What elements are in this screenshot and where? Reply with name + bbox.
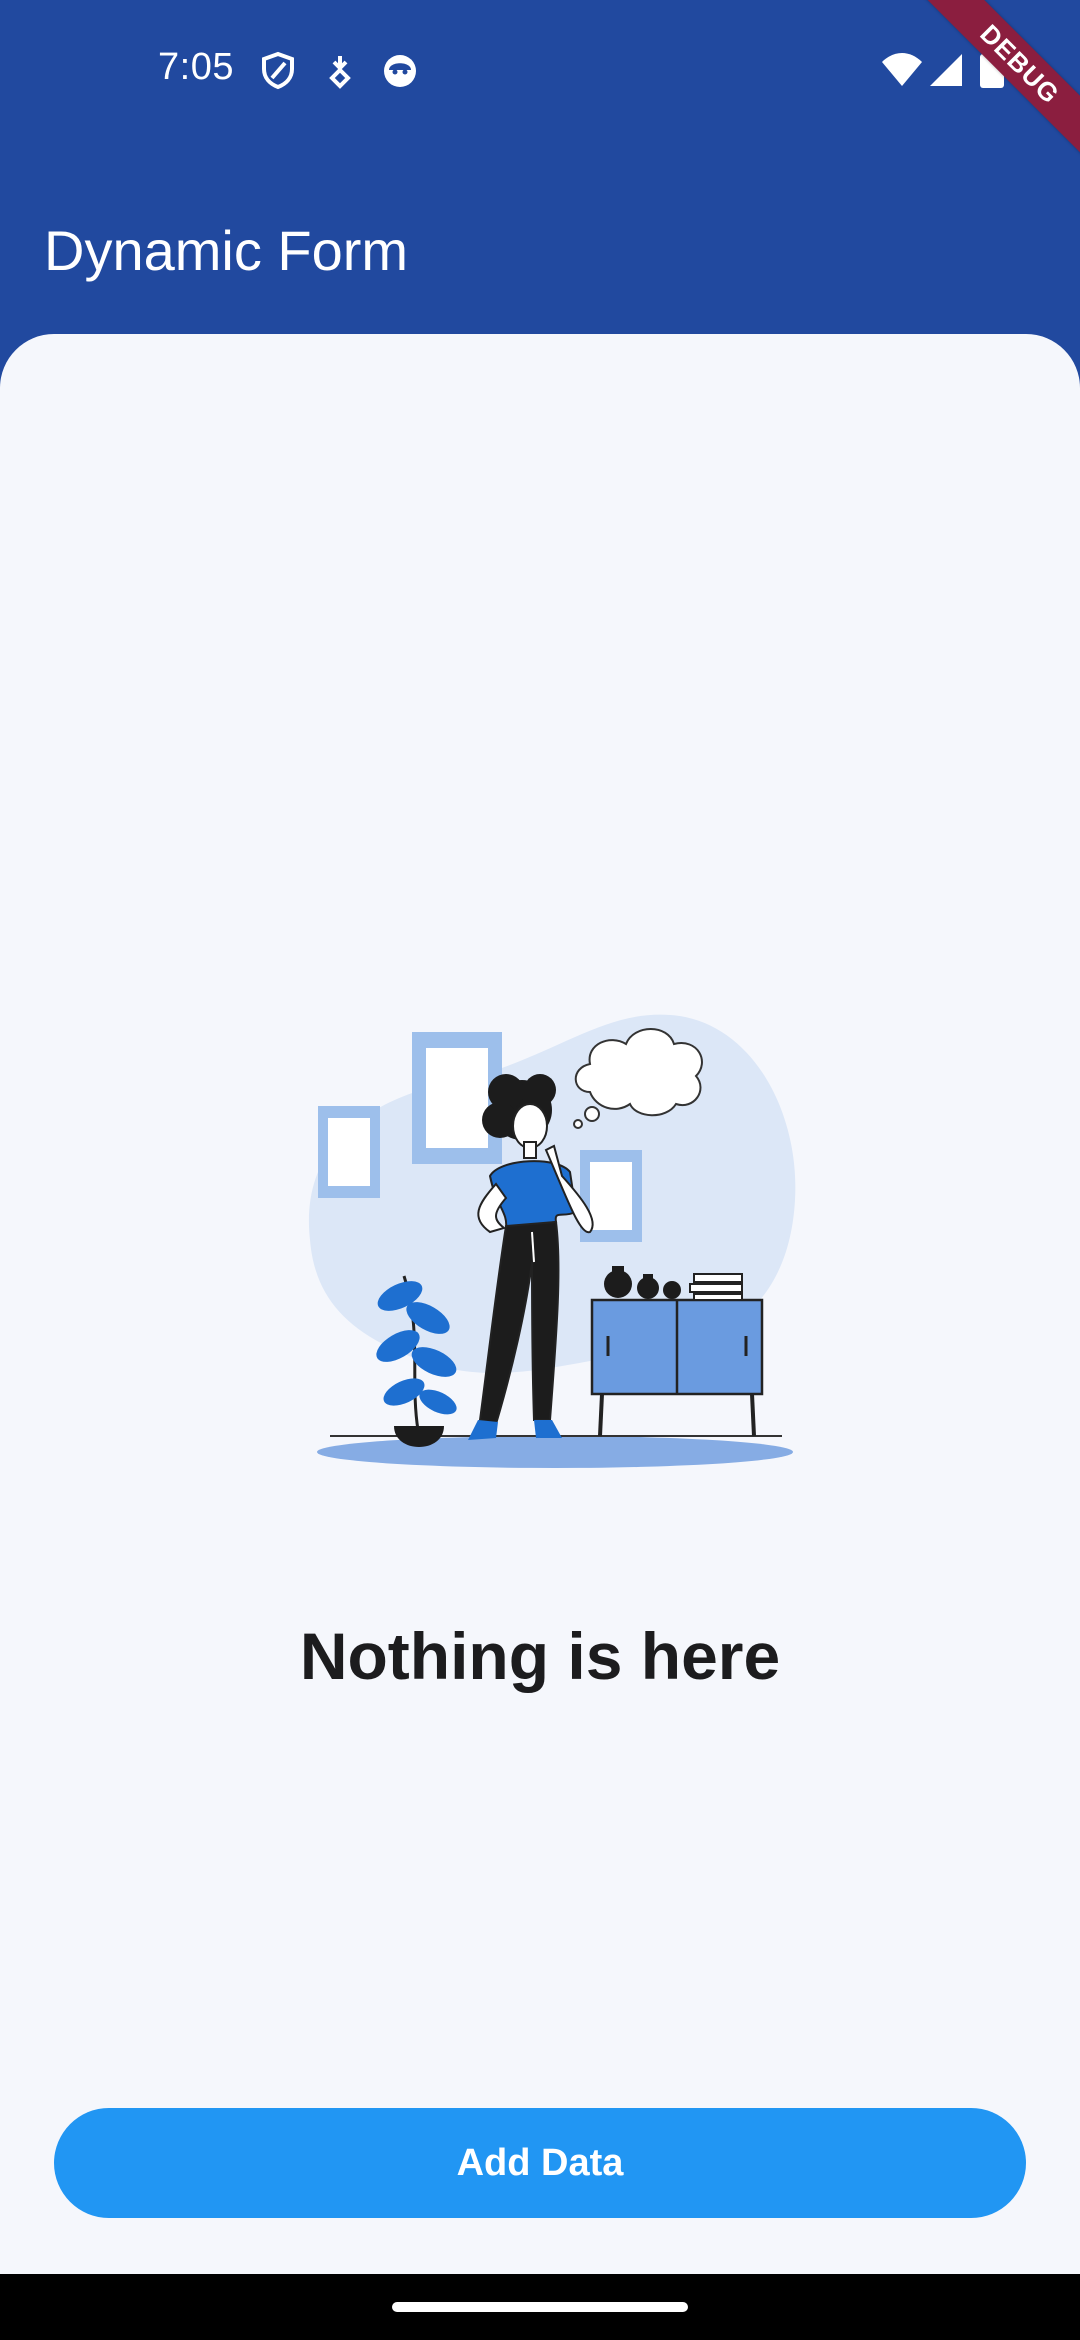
face-icon xyxy=(380,50,420,90)
home-indicator[interactable] xyxy=(392,2302,688,2312)
app-header: 7:05 Dynamic Form DEBUG xyxy=(0,0,1080,340)
debug-banner: DEBUG xyxy=(900,0,1080,180)
add-data-button[interactable]: Add Data xyxy=(54,2108,1026,2218)
person-thinking-illustration xyxy=(300,1000,800,1480)
status-time: 7:05 xyxy=(158,46,234,88)
page-title: Dynamic Form xyxy=(44,218,409,282)
empty-state-heading: Nothing is here xyxy=(299,1619,781,1693)
shield-icon xyxy=(258,50,298,90)
debug-banner-label: DEBUG xyxy=(913,0,1080,171)
system-navigation-bar xyxy=(0,2274,1080,2340)
download-notification-icon xyxy=(320,50,360,90)
